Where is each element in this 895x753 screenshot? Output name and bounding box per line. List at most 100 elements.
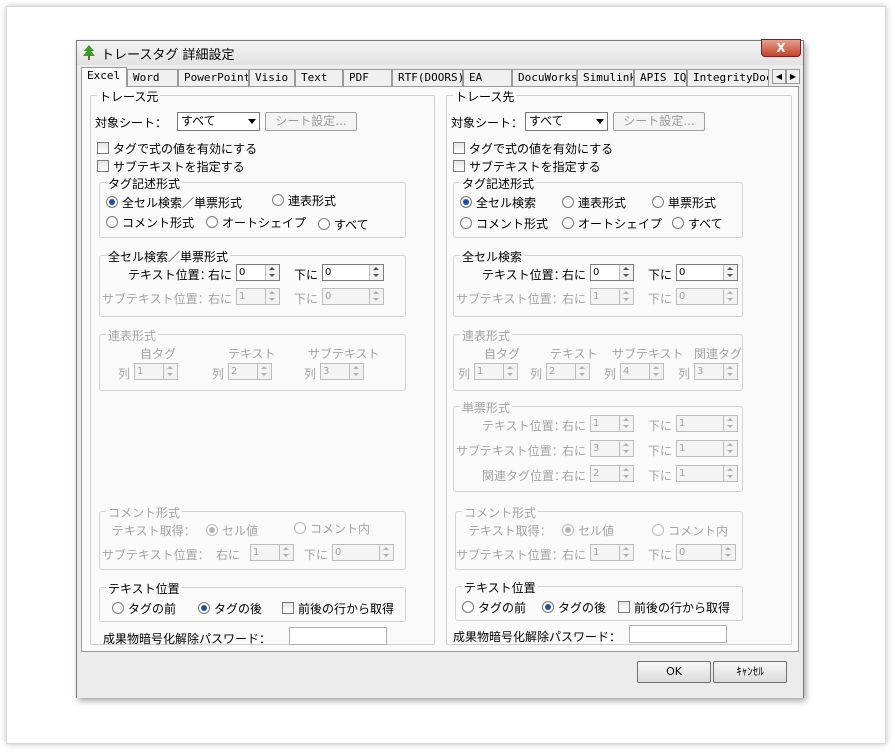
source-format-radio-all[interactable] (318, 218, 330, 230)
source-table-subtext-stepper[interactable]: 3 (320, 363, 364, 380)
source-format-radio-cellsearch[interactable] (106, 196, 118, 208)
target-comment-group: コメント形式 テキスト取得： セル値 コメント内 サブテキスト位置： 右に 1 … (455, 504, 743, 570)
source-sheet-value: すべて (181, 114, 216, 128)
target-table-relatedtag-stepper[interactable]: 3 (694, 363, 738, 380)
target-format-radio-table[interactable] (562, 196, 574, 208)
source-adjacent-rows-checkbox[interactable] (282, 602, 294, 614)
target-format-radio-form[interactable] (652, 196, 664, 208)
target-textpos-radio-after[interactable] (542, 601, 554, 613)
source-subtext-checkbox[interactable] (97, 160, 109, 172)
tab-integritydoc[interactable]: IntegrityDoc (687, 69, 769, 86)
target-form-textpos-right-stepper[interactable]: 1 (590, 415, 634, 432)
source-format-radio-comment[interactable] (106, 216, 118, 228)
target-format-comment-label: コメント形式 (476, 217, 549, 231)
source-sheet-settings-button[interactable]: シート設定... (265, 112, 357, 131)
source-format-radio-table[interactable] (272, 194, 284, 206)
tab-text[interactable]: Text (295, 69, 343, 86)
target-comment-subpos-label: サブテキスト位置： (456, 548, 564, 562)
target-format-radio-autoshape[interactable] (562, 217, 574, 229)
target-group: トレース先 対象シート： すべて シート設定... タグで式の値を有効にする サ… (446, 88, 792, 645)
tab-excel[interactable]: Excel (81, 67, 127, 87)
target-table-text-stepper[interactable]: 2 (546, 363, 590, 380)
target-formula-checkbox[interactable] (453, 142, 465, 154)
tab-scroll-right-icon[interactable]: ▶ (786, 69, 800, 84)
target-table-group: 連表形式 自タグ テキスト サブテキスト 関連タグ 列 1 列 2 列 4 列 … (453, 327, 743, 391)
target-form-textpos-down-stepper[interactable]: 1 (676, 415, 738, 432)
source-comment-right-label: 右に (216, 548, 241, 562)
ok-button[interactable]: OK (637, 661, 711, 683)
target-sheet-select[interactable]: すべて (525, 112, 608, 131)
tab-apis-iq[interactable]: APIS IQ (634, 69, 687, 86)
source-subpos-right-stepper[interactable]: 1 (236, 288, 280, 305)
tab-simulink[interactable]: Simulink (577, 69, 634, 86)
source-textpos-down-stepper[interactable]: 0 (322, 264, 384, 281)
source-comment-radio-incomment[interactable] (294, 522, 306, 534)
spinner-arrows-icon (723, 364, 737, 379)
target-comment-get-label: テキスト取得： (468, 524, 552, 538)
target-textpos-right-stepper[interactable]: 0 (590, 264, 634, 281)
target-format-group: タグ記述形式 全セル検索 連表形式 単票形式 コメント形式 オートシェイプ すべ… (453, 175, 743, 238)
spinner-arrows-icon (379, 545, 393, 560)
target-comment-right-stepper[interactable]: 1 (590, 544, 634, 561)
target-subpos-down-stepper[interactable]: 0 (676, 288, 738, 305)
source-table-text-stepper[interactable]: 2 (228, 363, 272, 380)
target-textpos-before-label: タグの前 (478, 601, 527, 615)
target-comment-cellvalue-label: セル値 (578, 524, 615, 538)
target-textpos-down-stepper[interactable]: 0 (676, 264, 738, 281)
target-form-subpos-down-stepper[interactable]: 1 (676, 440, 738, 457)
target-form-relatedpos-down-stepper[interactable]: 1 (676, 465, 738, 482)
tab-powerpoint[interactable]: PowerPoint (178, 69, 249, 86)
target-format-all-label: すべて (688, 217, 723, 231)
target-form-relatedpos-right-stepper[interactable]: 2 (590, 465, 634, 482)
source-table-group: 連表形式 自タグ テキスト サブテキスト 列 1 列 2 列 3 (99, 327, 406, 391)
target-table-relatedtag-value: 3 (697, 366, 704, 377)
tab-docuworks[interactable]: DocuWorks (512, 69, 577, 86)
tab-scroll-left-icon[interactable]: ◀ (772, 69, 786, 84)
dialog-footer: OK ｷｬﾝｾﾙ (77, 653, 803, 698)
source-comment-radio-cellvalue[interactable] (206, 524, 218, 536)
target-sheet-settings-button[interactable]: シート設定... (613, 112, 705, 131)
tab-word[interactable]: Word (127, 69, 178, 86)
source-subpos-right-label: 右に (208, 292, 233, 306)
tab-visio[interactable]: Visio (249, 69, 295, 86)
source-password-label: 成果物暗号化解除パスワード： (103, 632, 272, 646)
tab-ea[interactable]: EA (463, 69, 512, 86)
source-formula-checkbox[interactable] (97, 142, 109, 154)
source-sheet-select[interactable]: すべて (177, 112, 260, 131)
target-subtext-checkbox[interactable] (453, 160, 465, 172)
source-table-selftag-value: 1 (137, 366, 144, 377)
target-adjacent-rows-checkbox[interactable] (618, 601, 630, 613)
source-table-selftag-stepper[interactable]: 1 (134, 363, 178, 380)
spinner-arrows-icon (619, 441, 633, 456)
target-textpos-radio-before[interactable] (462, 601, 474, 613)
source-comment-group: コメント形式 テキスト取得： セル値 コメント内 サブテキスト位置： 右に 1 … (99, 504, 406, 570)
tab-rtf-doors[interactable]: RTF(DOORS) (392, 69, 463, 86)
target-format-radio-all[interactable] (672, 217, 684, 229)
target-comment-radio-cellvalue[interactable] (562, 524, 574, 536)
source-comment-right-stepper[interactable]: 1 (250, 544, 294, 561)
source-comment-down-stepper[interactable]: 0 (332, 544, 394, 561)
tab-pdf[interactable]: PDF (343, 69, 392, 86)
target-password-input[interactable] (629, 625, 727, 643)
target-format-radio-cellsearch[interactable] (460, 196, 472, 208)
target-table-selftag-stepper[interactable]: 1 (474, 363, 518, 380)
target-comment-radio-incomment[interactable] (652, 524, 664, 536)
source-format-all-label: すべて (334, 218, 369, 232)
target-format-radio-comment[interactable] (460, 217, 472, 229)
source-table-text-value: 2 (231, 366, 238, 377)
source-textpos-right-stepper[interactable]: 0 (236, 264, 280, 281)
target-table-subtext-stepper[interactable]: 4 (620, 363, 664, 380)
spinner-arrows-icon (619, 545, 633, 560)
target-comment-down-stepper[interactable]: 0 (676, 544, 736, 561)
target-comment-down-value: 0 (679, 547, 686, 558)
source-textpos-radio-before[interactable] (112, 602, 124, 614)
source-format-radio-autoshape[interactable] (206, 216, 218, 228)
target-form-right-label: 右に (562, 469, 587, 483)
source-subpos-down-stepper[interactable]: 0 (322, 288, 384, 305)
close-button[interactable]: X (761, 39, 801, 57)
source-textpos-radio-after[interactable] (198, 602, 210, 614)
target-subpos-right-stepper[interactable]: 1 (590, 288, 634, 305)
target-form-subpos-right-stepper[interactable]: 3 (590, 440, 634, 457)
source-password-input[interactable] (289, 627, 387, 645)
cancel-button[interactable]: ｷｬﾝｾﾙ (713, 661, 787, 683)
